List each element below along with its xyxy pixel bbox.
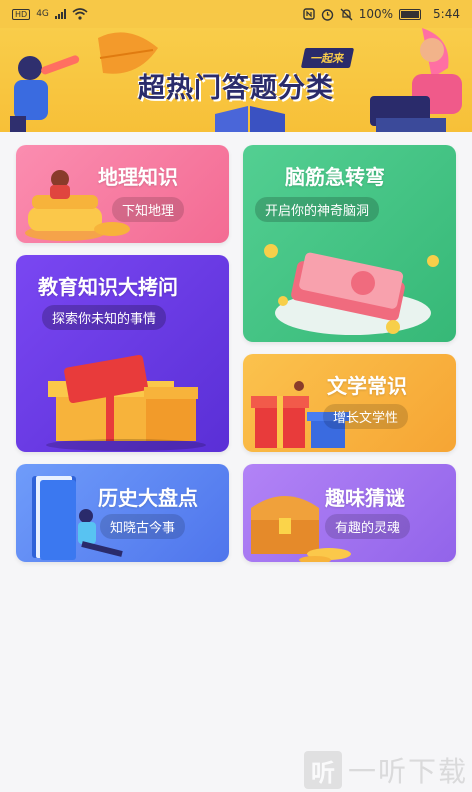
- watermark-logo-icon: 听: [303, 751, 342, 789]
- category-card-education[interactable]: 教育知识大拷问 探索你未知的事情: [16, 255, 229, 452]
- banner-title: 超热门答题分类: [138, 73, 334, 104]
- alarm-icon: [321, 8, 333, 21]
- category-card-literature[interactable]: 文学常识 增长文学性: [243, 354, 456, 452]
- category-card-riddles[interactable]: 趣味猜谜 有趣的灵魂: [243, 464, 456, 562]
- card-title: 地理知识: [98, 165, 178, 189]
- mute-icon: [340, 8, 353, 20]
- wifi-icon: [72, 8, 88, 20]
- nfc-icon: [303, 8, 315, 20]
- clock: 5:44: [433, 7, 460, 21]
- card-title: 历史大盘点: [98, 486, 198, 510]
- card-subtitle: 开启你的神奇脑洞: [255, 197, 380, 222]
- card-title: 趣味猜谜: [325, 486, 405, 510]
- card-subtitle: 增长文学性: [323, 404, 409, 429]
- category-card-brain-teaser[interactable]: 脑筋急转弯 开启你的神奇脑洞: [243, 145, 456, 342]
- card-subtitle: 知晓古今事: [100, 514, 186, 539]
- watermark: 听 一听下载: [303, 750, 468, 790]
- card-subtitle: 下知地理: [112, 197, 185, 222]
- book-illustration: [215, 106, 285, 132]
- signal-icon: [54, 9, 66, 19]
- category-card-geography[interactable]: 地理知识 下知地理: [16, 145, 229, 243]
- card-subtitle: 有趣的灵魂: [325, 514, 411, 539]
- gift-box-illustration: [46, 354, 206, 451]
- battery-icon: [399, 8, 422, 20]
- hd-icon: HD: [12, 8, 31, 20]
- card-title: 教育知识大拷问: [38, 275, 178, 299]
- banner-tag: 一起来: [300, 48, 355, 68]
- header-banner: 一起来 超热门答题分类: [0, 28, 472, 132]
- battery-percent: 100%: [358, 7, 394, 21]
- card-title: 脑筋急转弯: [285, 165, 385, 189]
- money-stack-illustration: [264, 244, 439, 335]
- watermark-text: 一听下载: [347, 755, 468, 788]
- card-subtitle: 探索你未知的事情: [42, 305, 167, 330]
- card-title: 文学常识: [327, 374, 407, 398]
- category-card-history[interactable]: 历史大盘点 知晓古今事: [16, 464, 229, 562]
- status-bar: HD 4G 100% 5:44: [0, 0, 472, 28]
- network-type: 4G: [36, 9, 49, 19]
